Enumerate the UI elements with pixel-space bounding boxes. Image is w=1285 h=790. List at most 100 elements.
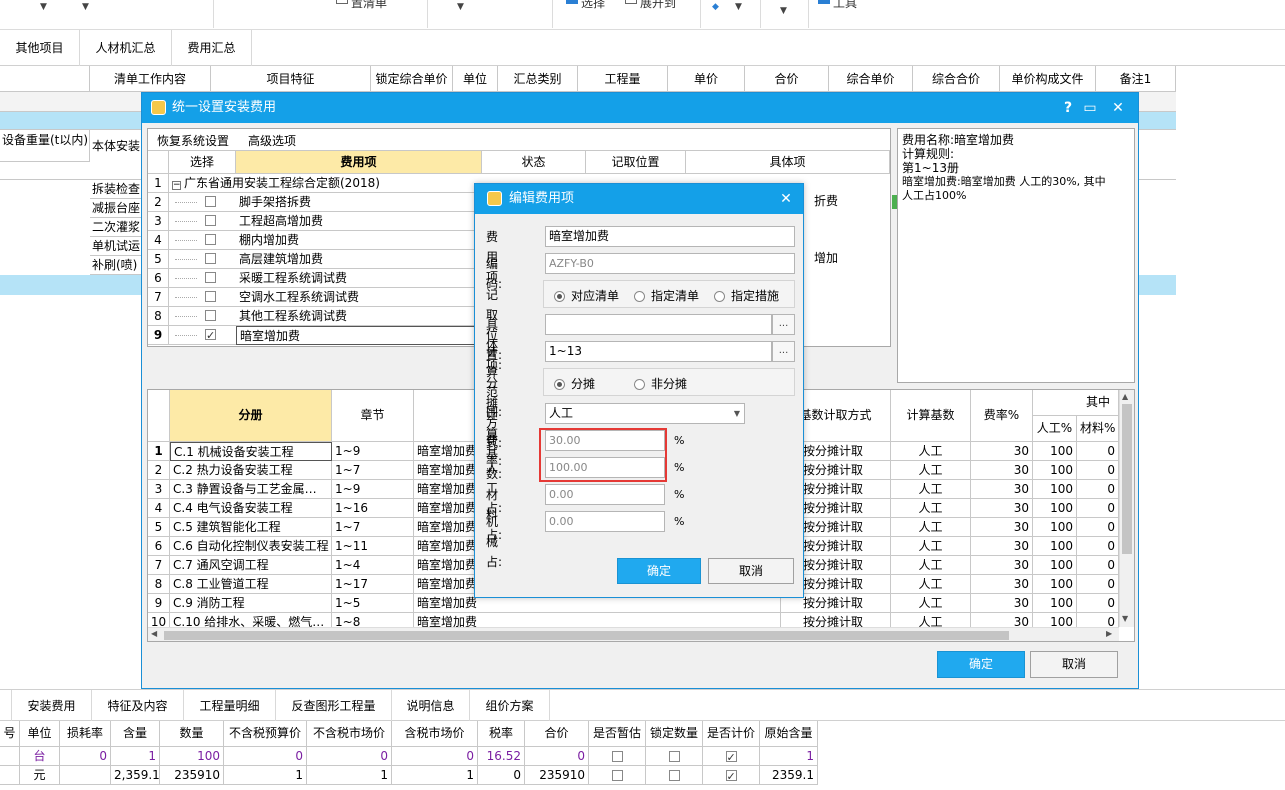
select-cell[interactable] <box>169 288 236 307</box>
checkbox-icon[interactable] <box>205 310 216 321</box>
grid-header[interactable]: 合价 <box>745 66 829 92</box>
select-cell[interactable] <box>169 231 236 250</box>
grid-header[interactable]: 状态 <box>482 150 586 174</box>
scroll-down-icon[interactable]: ▼ <box>1122 614 1128 623</box>
table-cell[interactable]: 0 <box>392 747 478 766</box>
grid-header[interactable]: 单位 <box>453 66 498 92</box>
dialog-title-bar[interactable]: 编辑费用项 ✕ <box>475 184 803 214</box>
chapter[interactable]: 1~7 <box>332 461 414 480</box>
grid-header[interactable]: 不含税预算价 <box>224 721 307 747</box>
edit-ok-button[interactable]: 确定 <box>617 558 701 584</box>
chapter[interactable]: 1~7 <box>332 518 414 537</box>
table-cell[interactable]: 1 <box>307 766 392 785</box>
dropdown-arrow-icon[interactable]: ▼ <box>457 2 464 12</box>
scrollbar-thumb[interactable] <box>164 631 1009 640</box>
machine-share-input[interactable]: 0.00 <box>545 511 665 532</box>
select-button[interactable]: 选择 <box>566 0 605 11</box>
fee-item-name[interactable]: 棚内增加费 <box>236 231 482 250</box>
grid-header[interactable]: 号 <box>0 721 20 747</box>
dropdown-arrow-icon[interactable]: ▼ <box>82 2 89 12</box>
radio-no-split[interactable]: 非分摊 <box>634 375 687 392</box>
rate[interactable]: 30 <box>971 442 1033 461</box>
grid-header[interactable]: 单价构成文件 <box>1000 66 1096 92</box>
checkbox-icon[interactable] <box>668 770 680 781</box>
grid-header[interactable]: 原始含量 <box>760 721 818 747</box>
material-percent[interactable]: 0 <box>1077 518 1119 537</box>
rate[interactable]: 30 <box>971 480 1033 499</box>
table-cell[interactable]: 2,359.1 <box>111 766 160 785</box>
radio-specified-measure[interactable]: 指定措施 <box>714 287 779 304</box>
table-cell[interactable]: 0 <box>307 747 392 766</box>
checkbox-icon[interactable] <box>205 234 216 245</box>
labor-percent[interactable]: 100 <box>1033 480 1077 499</box>
rate[interactable]: 30 <box>971 537 1033 556</box>
fee-item-name[interactable]: 暗室增加费 <box>236 326 482 345</box>
chapter[interactable]: 1~9 <box>332 480 414 499</box>
table-cell[interactable]: 0 <box>224 747 307 766</box>
specific-item-browse-button[interactable]: ... <box>772 314 795 335</box>
select-cell[interactable] <box>169 307 236 326</box>
select-cell[interactable] <box>169 269 236 288</box>
book-name[interactable]: C.7 通风空调工程 <box>170 556 332 575</box>
fee-item-name[interactable]: 工程超高增加费 <box>236 212 482 231</box>
chapter[interactable]: 1~17 <box>332 575 414 594</box>
vertical-scrollbar[interactable]: ▲ ▼ <box>1119 390 1134 627</box>
grid-header[interactable]: 是否暂估 <box>589 721 646 747</box>
grid-header[interactable]: 含量 <box>111 721 160 747</box>
collapse-icon[interactable]: − <box>172 181 181 190</box>
fee-item-name[interactable]: 高层建筑增加费 <box>236 250 482 269</box>
checkbox-cell[interactable] <box>589 766 646 785</box>
advanced-options-menu[interactable]: 高级选项 <box>248 132 296 149</box>
table-cell[interactable]: 1 <box>392 766 478 785</box>
horizontal-scrollbar[interactable]: ◀ ▶ <box>148 627 1119 641</box>
labor-percent[interactable]: 100 <box>1033 499 1077 518</box>
labor-percent[interactable]: 100 <box>1033 594 1077 613</box>
grid-header[interactable]: 合价 <box>525 721 589 747</box>
expand-to-button[interactable]: 展开到 <box>625 0 676 11</box>
scroll-right-icon[interactable]: ▶ <box>1106 629 1112 638</box>
fee-item-name[interactable]: 采暖工程系统调试费 <box>236 269 482 288</box>
checkbox-icon[interactable] <box>205 253 216 264</box>
dropdown-arrow-icon[interactable]: ▼ <box>780 6 787 16</box>
rate[interactable]: 30 <box>971 556 1033 575</box>
checkbox-icon[interactable] <box>205 215 216 226</box>
material-share-input[interactable]: 0.00 <box>545 484 665 505</box>
material-percent[interactable]: 0 <box>1077 594 1119 613</box>
grid-header[interactable]: 费率% <box>971 390 1033 442</box>
grid-header[interactable]: 人工% <box>1033 416 1077 442</box>
grid-header[interactable]: 是否计价 <box>703 721 760 747</box>
table-cell[interactable]: 台 <box>20 747 60 766</box>
fee-item-name[interactable]: 脚手架搭拆费 <box>236 193 482 212</box>
ok-button[interactable]: 确定 <box>937 651 1025 678</box>
grid-header[interactable]: 税率 <box>478 721 525 747</box>
checkbox-cell[interactable] <box>646 747 703 766</box>
dialog-title-bar[interactable]: 统一设置安装费用 ? ▭ ✕ <box>142 93 1138 123</box>
labor-percent[interactable]: 100 <box>1033 575 1077 594</box>
table-cell[interactable]: 1 <box>111 747 160 766</box>
rate[interactable]: 30 <box>971 461 1033 480</box>
checkbox-icon[interactable] <box>611 770 623 781</box>
grid-header[interactable]: 工程量 <box>578 66 668 92</box>
grid-header[interactable]: 含税市场价 <box>392 721 478 747</box>
table-cell[interactable]: 1 <box>224 766 307 785</box>
grid-header[interactable]: 选择 <box>169 150 236 174</box>
tab-install-fee[interactable]: 安装费用 <box>12 690 92 722</box>
grid-header[interactable]: 综合单价 <box>829 66 913 92</box>
labor-percent[interactable]: 100 <box>1033 518 1077 537</box>
select-cell[interactable] <box>169 212 236 231</box>
material-percent[interactable]: 0 <box>1077 499 1119 518</box>
table-cell[interactable]: 1 <box>760 747 818 766</box>
grid-header[interactable]: 分册 <box>170 390 332 442</box>
table-cell[interactable]: 0 <box>60 747 111 766</box>
checkbox-icon[interactable] <box>725 767 737 784</box>
material-percent[interactable]: 0 <box>1077 480 1119 499</box>
fee-item-name[interactable]: 其他工程系统调试费 <box>236 307 482 326</box>
book-name[interactable]: C.1 机械设备安装工程 <box>170 442 332 461</box>
grid-header[interactable]: 综合合价 <box>913 66 1000 92</box>
calc-base[interactable]: 人工 <box>891 575 971 594</box>
select-cell[interactable] <box>169 250 236 269</box>
scroll-up-icon[interactable]: ▲ <box>1122 392 1128 401</box>
rate[interactable]: 30 <box>971 575 1033 594</box>
grid-header[interactable]: 汇总类别 <box>498 66 578 92</box>
grid-header[interactable]: 损耗率 <box>60 721 111 747</box>
